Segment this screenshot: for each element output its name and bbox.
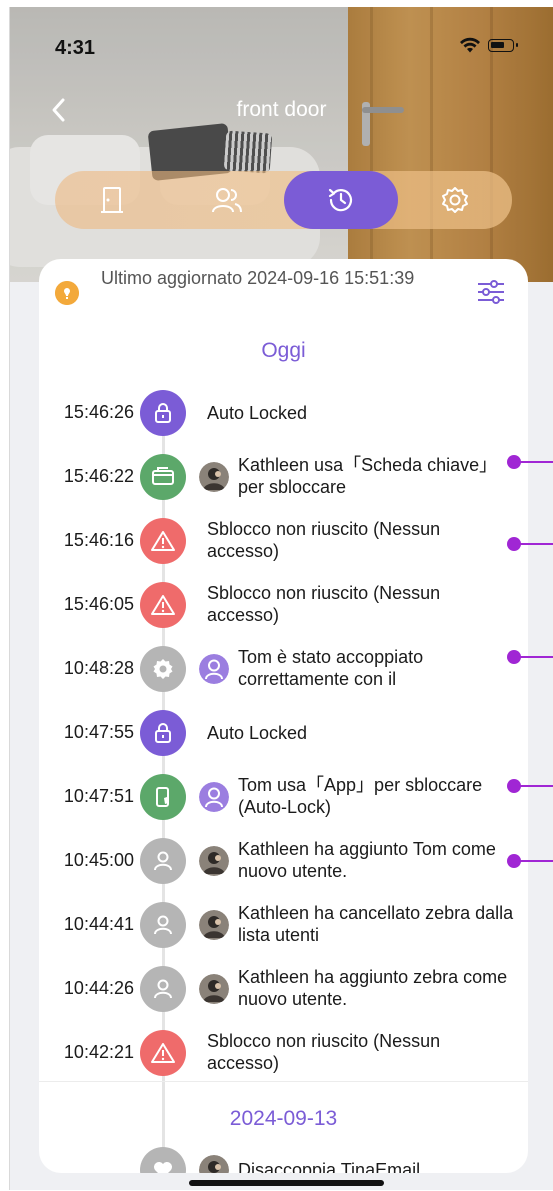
event-row[interactable]: 10:47:55 Auto Locked: [39, 702, 528, 762]
avatar: [199, 462, 229, 492]
event-text: Kathleen ha aggiunto Tom come nuovo uten…: [238, 839, 496, 881]
wifi-icon: [460, 37, 480, 53]
event-row[interactable]: 10:42:21 Sblocco non riuscito (Nessun acc…: [39, 1022, 528, 1082]
phone-icon: [140, 774, 186, 820]
gear-icon: [140, 646, 186, 692]
event-row[interactable]: Disaccoppia TinaEmail: [39, 1139, 528, 1173]
event-text: Sblocco non riuscito (Nessun accesso): [207, 1031, 441, 1073]
tab-door[interactable]: [55, 171, 169, 229]
history-card: Ultimo aggiornato 2024-09-16 15:51:39 Og…: [39, 259, 528, 1173]
event-text: Disaccoppia TinaEmail: [238, 1160, 421, 1173]
event-row[interactable]: 10:48:28 Tom è stato accoppiato correttam…: [39, 638, 528, 698]
tab-users[interactable]: [170, 171, 284, 229]
user-icon: [140, 966, 186, 1012]
annotation-line: [518, 461, 553, 463]
user-icon: [140, 838, 186, 884]
event-text: Tom usa「App」per sbloccare (Auto-Lock): [238, 775, 483, 817]
event-text: Sblocco non riuscito (Nessun accesso): [207, 519, 441, 561]
warning-icon: [140, 518, 186, 564]
section-older: 2024-09-13: [229, 1107, 338, 1130]
warning-icon: [140, 1030, 186, 1076]
event-text: Sblocco non riuscito (Nessun accesso): [207, 583, 441, 625]
user-icon: [140, 902, 186, 948]
event-row[interactable]: 10:47:51 Tom usa「App」per sbloccare (Auto-…: [39, 766, 528, 826]
event-time: 10:48:28: [63, 658, 134, 678]
event-time: 15:46:16: [63, 530, 134, 550]
door-icon: [101, 187, 123, 213]
last-update-row: Ultimo aggiornato 2024-09-16 15:51:39: [51, 267, 516, 317]
annotation-line: [518, 785, 553, 787]
event-row[interactable]: 10:44:41 Kathleen ha cancellato zebra dal…: [39, 894, 528, 954]
lock-icon: [140, 390, 186, 436]
event-text: Kathleen ha aggiunto zebra come nuovo ut…: [238, 967, 508, 1009]
tab-bar: [55, 171, 512, 229]
event-time: 15:46:26: [63, 402, 134, 422]
history-icon: [328, 188, 353, 212]
users-icon: [212, 188, 242, 213]
event-row[interactable]: 10:45:00 Kathleen ha aggiunto Tom come nu…: [39, 830, 528, 890]
avatar: [199, 910, 229, 940]
event-text: Tom è stato accoppiato correttamente con…: [238, 647, 424, 689]
event-time: 10:44:41: [63, 914, 134, 934]
heart-icon: [140, 1147, 186, 1173]
event-row[interactable]: 10:44:26 Kathleen ha aggiunto zebra come …: [39, 958, 528, 1018]
section-today: Oggi: [261, 339, 306, 362]
avatar: [199, 974, 229, 1004]
card-icon: [140, 454, 186, 500]
event-text: Kathleen ha cancellato zebra dalla lista…: [238, 903, 514, 945]
event-row[interactable]: 15:46:22 Kathleen usa「Scheda chiave」per s…: [39, 446, 528, 506]
status-time: 4:31: [55, 37, 96, 59]
warning-icon: [140, 582, 186, 628]
event-time: 10:42:21: [63, 1042, 134, 1062]
app-screen: 4:31 front door Ultimo aggiornato 2024-0…: [9, 7, 553, 1190]
gear-icon: [442, 187, 468, 213]
event-text: Auto Locked: [207, 723, 308, 743]
event-time: 10:45:00: [63, 850, 134, 870]
event-row[interactable]: 15:46:16 Sblocco non riuscito (Nessun acc…: [39, 510, 528, 570]
event-time: 10:47:55: [63, 722, 134, 742]
page-title: front door: [236, 98, 327, 121]
avatar: [199, 654, 229, 684]
tab-history[interactable]: [284, 171, 398, 229]
battery-icon: [488, 38, 518, 52]
event-time: 10:44:26: [63, 978, 134, 998]
tab-settings[interactable]: [398, 171, 512, 229]
bulb-icon: [55, 281, 79, 305]
avatar: [199, 782, 229, 812]
annotation-line: [518, 543, 553, 545]
event-time: 10:47:51: [63, 786, 134, 806]
event-text: Auto Locked: [207, 403, 308, 423]
event-row[interactable]: 15:46:05 Sblocco non riuscito (Nessun acc…: [39, 574, 528, 634]
last-update-text: Ultimo aggiornato 2024-09-16 15:51:39: [101, 268, 415, 288]
filter-icon[interactable]: [475, 277, 507, 307]
avatar: [199, 846, 229, 876]
event-row[interactable]: 15:46:26 Auto Locked: [39, 382, 528, 442]
event-time: 15:46:05: [63, 594, 134, 614]
status-icons: [459, 36, 518, 54]
event-text: Kathleen usa「Scheda chiave」per sbloccare: [238, 455, 498, 497]
event-time: 15:46:22: [63, 466, 134, 486]
home-indicator: [189, 1180, 384, 1186]
annotation-line: [518, 860, 553, 862]
lock-icon: [140, 710, 186, 756]
annotation-line: [518, 656, 553, 658]
avatar: [199, 1155, 229, 1173]
